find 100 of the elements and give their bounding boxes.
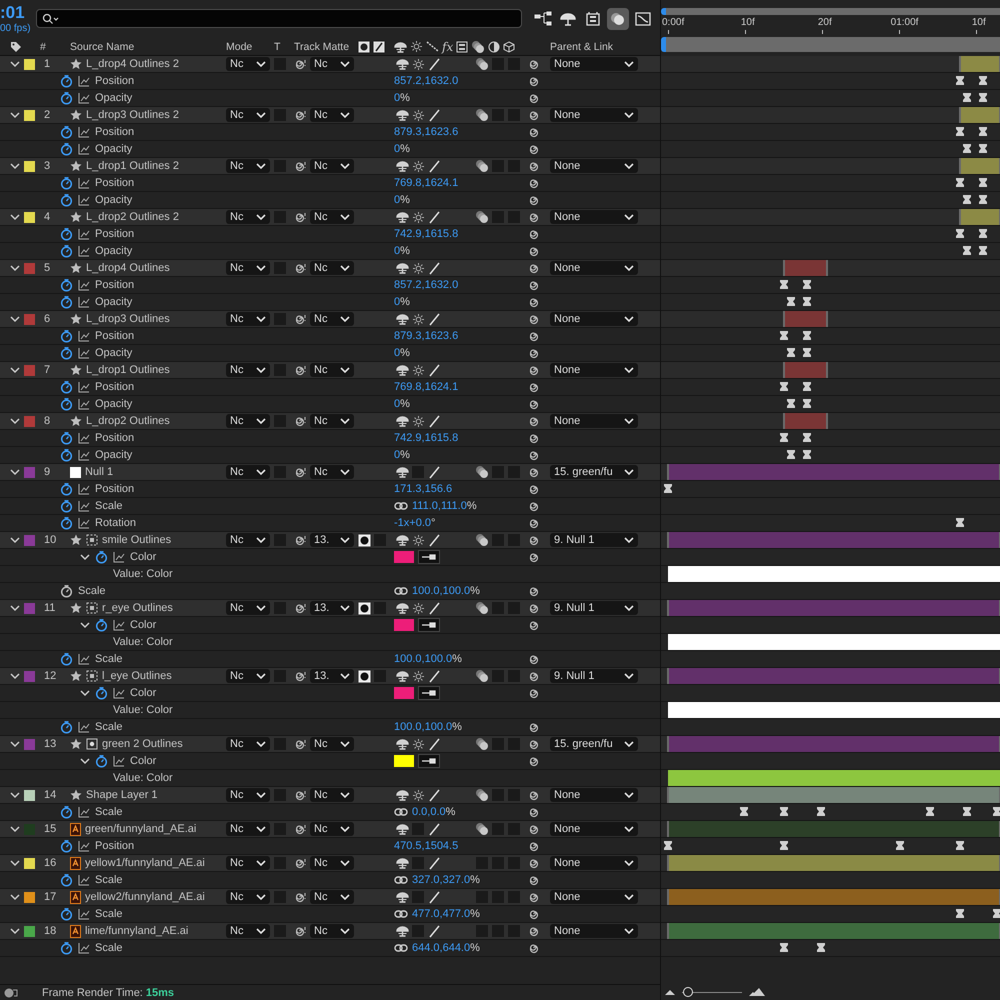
twirl-icon[interactable] [10, 162, 20, 170]
pickwhip-icon[interactable] [528, 517, 540, 529]
property-row[interactable]: Position 171.3,156.6 [0, 481, 660, 498]
motion-blur-icon[interactable] [475, 669, 489, 683]
stopwatch-icon[interactable] [60, 74, 73, 88]
property-name[interactable]: Scale [95, 806, 123, 818]
twirl-icon[interactable] [80, 621, 90, 629]
stopwatch-icon[interactable] [60, 125, 73, 139]
property-name[interactable]: Position [95, 432, 134, 444]
keyframe-icon[interactable] [803, 433, 812, 442]
pickwhip-icon[interactable] [528, 279, 540, 291]
layer-row[interactable]: 12 l_eye Outlines Nc 13. 9. Null 1 [0, 668, 660, 685]
zoom-out-icon[interactable] [664, 988, 676, 996]
parent-dropdown[interactable]: None [550, 159, 638, 173]
graph-icon[interactable] [78, 194, 90, 206]
label-swatch[interactable] [24, 466, 35, 478]
keyframe-icon[interactable] [803, 348, 812, 357]
property-row[interactable]: Position 879.3,1623.6 [0, 124, 660, 141]
track-matte-dropdown[interactable]: 13. [310, 669, 354, 683]
label-swatch[interactable] [24, 738, 35, 750]
graph-icon[interactable] [113, 687, 125, 699]
label-swatch[interactable] [24, 160, 35, 172]
matte-link-icon[interactable] [294, 211, 307, 223]
stopwatch-icon[interactable] [60, 397, 73, 411]
quality-icon[interactable] [428, 788, 440, 802]
color-swatch[interactable] [394, 755, 414, 767]
layer-name[interactable]: smile Outlines [102, 534, 172, 546]
parent-dropdown[interactable]: None [550, 414, 638, 428]
twirl-icon[interactable] [10, 604, 20, 612]
quality-icon[interactable] [428, 822, 440, 836]
twirl-icon[interactable] [10, 791, 20, 799]
column-header[interactable]: T [274, 40, 294, 52]
quality-icon[interactable] [428, 262, 440, 274]
shy-icon[interactable] [396, 925, 408, 937]
layer-name[interactable]: yellow1/funnyland_AE.ai [85, 857, 205, 869]
quality-icon[interactable] [428, 108, 440, 122]
keyframe-icon[interactable] [979, 178, 988, 187]
property-row[interactable]: Position 879.3,1623.6 [0, 328, 660, 345]
twirl-icon[interactable] [10, 859, 20, 867]
property-name[interactable]: Opacity [95, 398, 132, 410]
stopwatch-icon[interactable] [60, 720, 73, 734]
property-value[interactable]: 0 [394, 143, 400, 155]
keyframe-icon[interactable] [786, 450, 795, 459]
layer-row[interactable]: 17 yellow2/funnyland_AE.ai Nc Nc None [0, 889, 660, 906]
pickwhip-icon[interactable] [528, 738, 540, 750]
mode-dropdown[interactable]: Nc [226, 856, 270, 870]
property-value[interactable]: 742.9,1615.8 [394, 432, 458, 444]
keyframe-icon[interactable] [780, 280, 788, 289]
stopwatch-icon[interactable] [60, 448, 73, 462]
parent-dropdown[interactable]: None [550, 312, 638, 326]
keyframe-icon[interactable] [780, 807, 788, 816]
stopwatch-icon[interactable] [60, 91, 73, 105]
keyframe-icon[interactable] [962, 246, 971, 255]
layer-name[interactable]: yellow2/funnyland_AE.ai [85, 891, 205, 903]
matte-link-icon[interactable] [294, 602, 307, 614]
graph-icon[interactable] [78, 908, 90, 920]
shy-icon[interactable] [396, 160, 408, 172]
layer-row[interactable]: 2 L_drop3 Outlines 2 Nc Nc None [0, 107, 660, 124]
stopwatch-icon[interactable] [95, 754, 108, 768]
property-value[interactable]: -1x+0.0 [394, 517, 431, 529]
layer-row[interactable]: 5 L_drop4 Outlines Nc Nc None [0, 260, 660, 277]
keyframe-icon[interactable] [979, 246, 988, 255]
track-matte-dropdown[interactable]: Nc [310, 210, 354, 224]
in-point-handle[interactable] [667, 821, 669, 837]
property-value[interactable]: 111.0,111.0 [412, 500, 467, 512]
property-value[interactable]: 100.0,100.0 [394, 721, 452, 733]
parent-dropdown[interactable]: None [550, 363, 638, 377]
mode-dropdown[interactable]: Nc [226, 924, 270, 938]
property-name[interactable]: Scale [95, 500, 123, 512]
keyframe-icon[interactable] [780, 841, 788, 850]
keyframe-icon[interactable] [992, 807, 1000, 816]
quality-icon[interactable] [428, 924, 440, 938]
quality-icon[interactable] [428, 890, 440, 904]
pickwhip-icon[interactable] [528, 160, 540, 172]
parent-dropdown[interactable]: 9. Null 1 [550, 601, 638, 615]
twirl-icon[interactable] [80, 553, 90, 561]
label-swatch[interactable] [24, 892, 35, 902]
pickwhip-icon[interactable] [528, 330, 540, 342]
keyframe-icon[interactable] [740, 807, 748, 816]
label-swatch[interactable] [24, 670, 35, 682]
graph-icon[interactable] [78, 874, 90, 886]
pickwhip-icon[interactable] [528, 415, 540, 427]
twirl-icon[interactable] [10, 213, 20, 221]
property-name[interactable]: Scale [95, 653, 123, 665]
keyframe-icon[interactable] [786, 399, 795, 408]
property-name[interactable]: Position [95, 381, 134, 393]
property-name[interactable]: Scale [78, 585, 106, 597]
quality-icon[interactable] [428, 160, 440, 172]
keyframe-icon[interactable] [780, 943, 788, 952]
twirl-icon[interactable] [10, 672, 20, 680]
graph-icon[interactable] [78, 143, 90, 155]
stopwatch-icon[interactable] [60, 244, 73, 258]
pickwhip-icon[interactable] [528, 228, 540, 240]
property-row[interactable]: Value: Color [0, 702, 660, 719]
property-row[interactable]: Position 742.9,1615.8 [0, 430, 660, 447]
property-name[interactable]: Opacity [95, 245, 132, 257]
property-name[interactable]: Position [95, 279, 134, 291]
property-row[interactable]: Position 857.2,1632.0 [0, 73, 660, 90]
in-point-handle[interactable] [667, 668, 669, 684]
pickwhip-icon[interactable] [528, 823, 540, 835]
